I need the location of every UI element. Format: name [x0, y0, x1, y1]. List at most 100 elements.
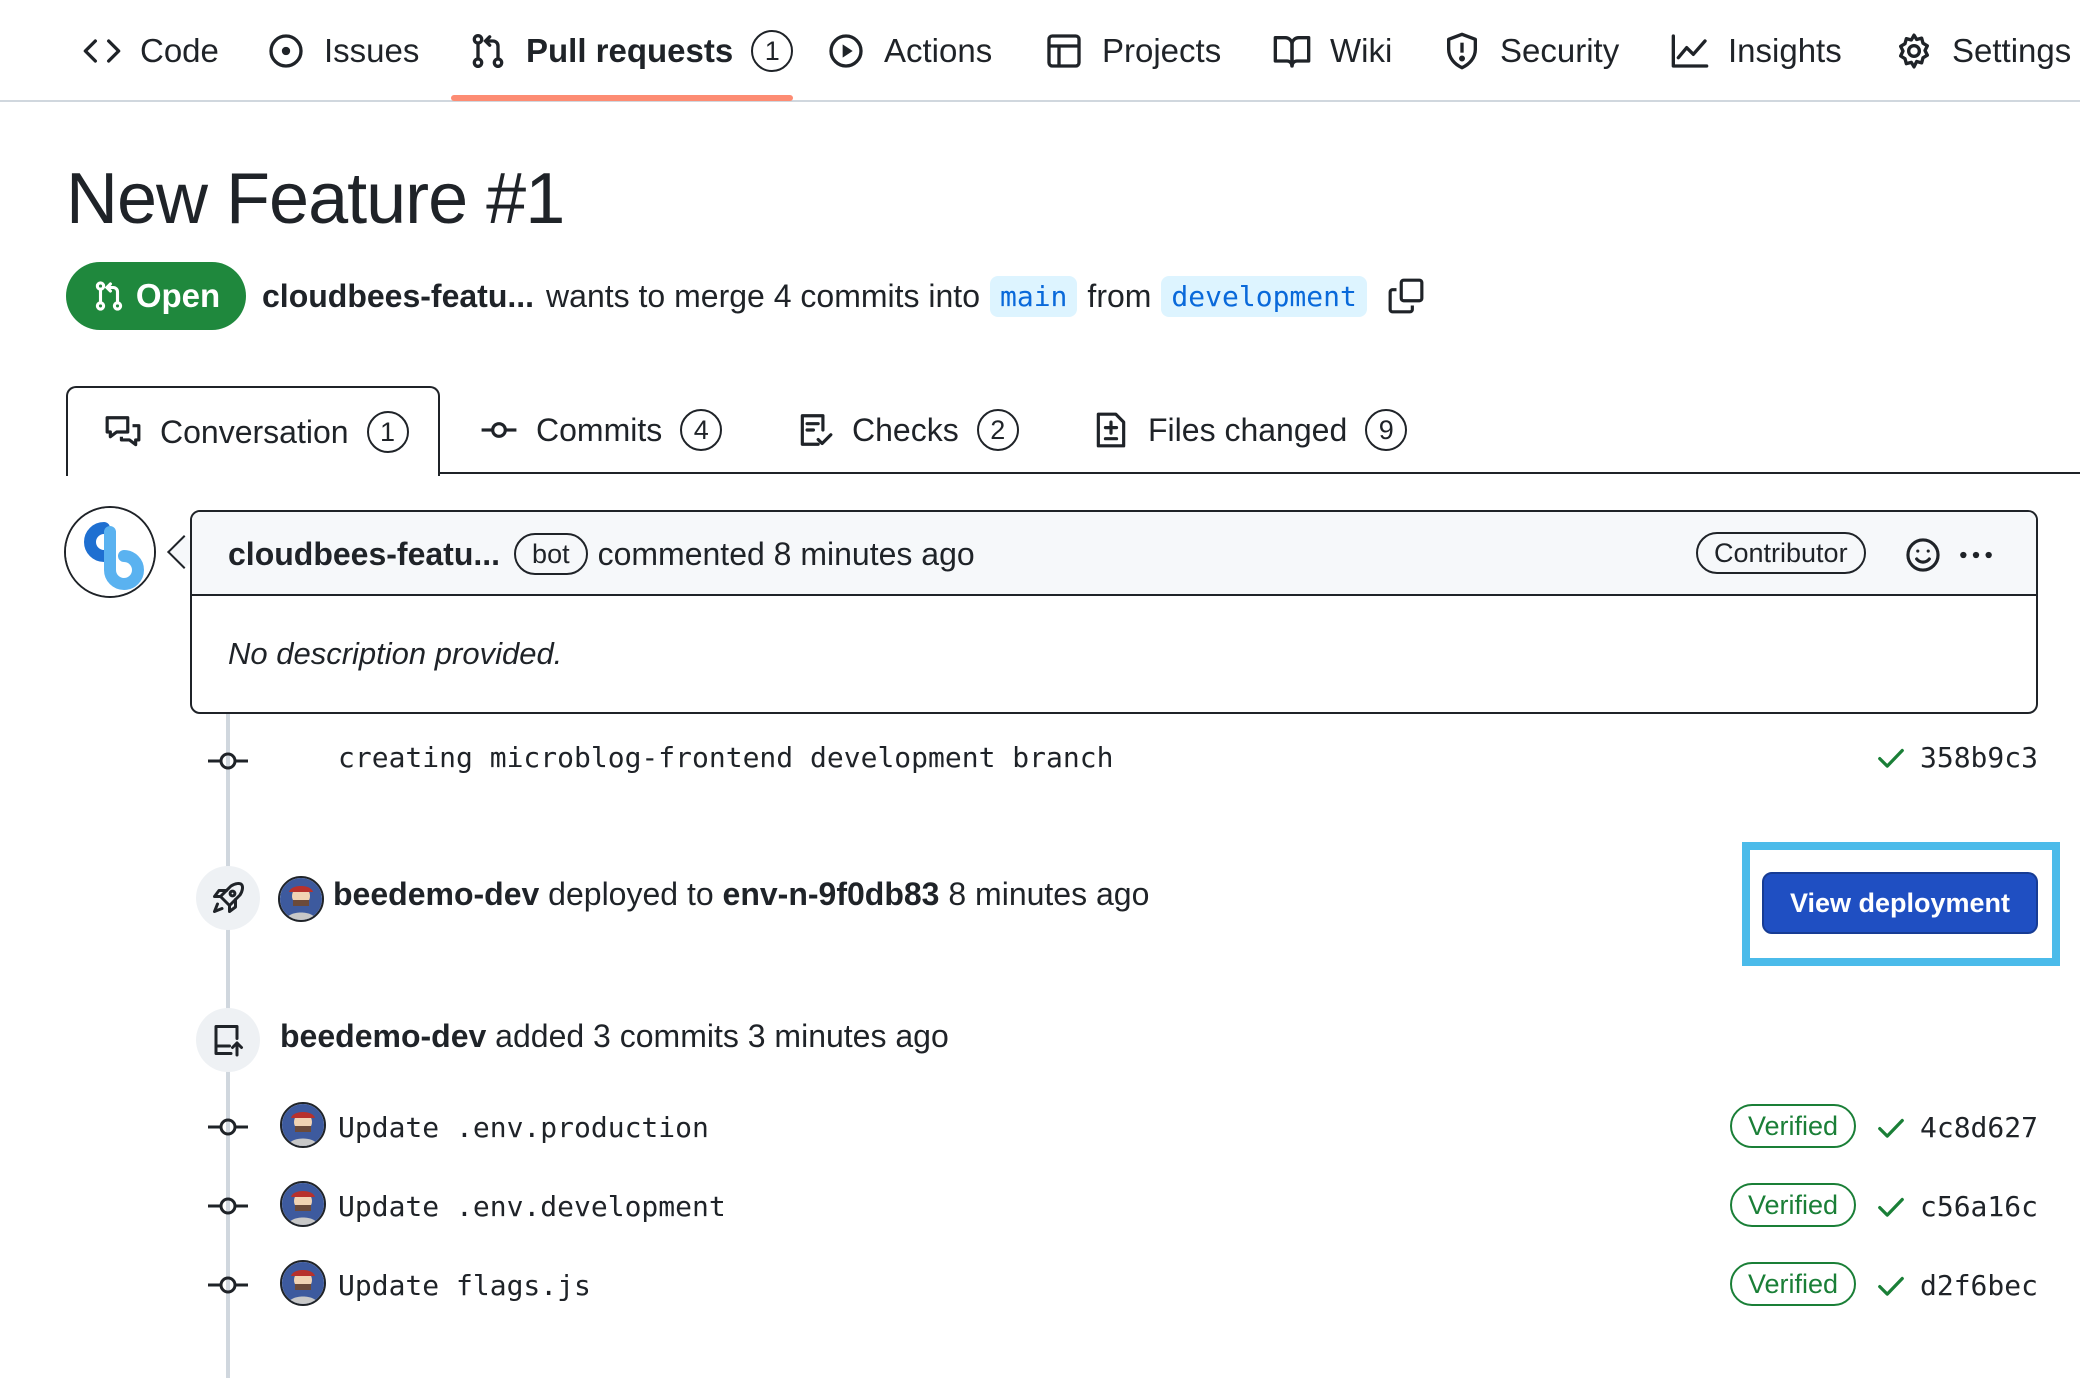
- kebab-horizontal-icon[interactable]: [1956, 536, 1996, 574]
- tab-files-changed-counter: 9: [1365, 409, 1408, 451]
- nav-security-label: Security: [1500, 32, 1620, 69]
- beedemo-avatar-icon: [282, 1104, 324, 1146]
- beedemo-avatar-icon: [282, 1262, 324, 1304]
- user-avatar[interactable]: [278, 876, 324, 922]
- user-avatar[interactable]: [280, 1181, 326, 1227]
- tab-files-changed[interactable]: Files changed 9: [1092, 386, 1408, 474]
- user-avatar[interactable]: [280, 1102, 326, 1148]
- pull-requests-counter: 1: [751, 30, 794, 72]
- nav-issues[interactable]: Issues: [266, 0, 419, 102]
- nav-code[interactable]: Code: [82, 0, 219, 102]
- author-avatar[interactable]: [64, 506, 156, 598]
- cloudbees-logo-icon: [66, 508, 154, 596]
- commit-message-link[interactable]: Update .env.production: [338, 1111, 709, 1144]
- commit-sha-link[interactable]: 4c8d627: [1920, 1111, 2038, 1144]
- nav-wiki[interactable]: Wiki: [1272, 0, 1392, 102]
- nav-actions-label: Actions: [884, 32, 993, 69]
- head-branch[interactable]: development: [1161, 275, 1367, 317]
- commit-message-link[interactable]: creating microblog-frontend development …: [338, 741, 1113, 774]
- bot-badge: bot: [514, 533, 588, 575]
- commit-icon: [208, 1118, 248, 1136]
- pr-merge-text: wants to merge 4 commits into: [546, 277, 980, 314]
- nav-security[interactable]: Security: [1442, 0, 1619, 102]
- nav-projects[interactable]: Projects: [1044, 0, 1221, 102]
- beedemo-avatar-icon: [280, 878, 322, 920]
- base-branch[interactable]: main: [989, 275, 1078, 317]
- tab-checks[interactable]: Checks 2: [796, 386, 1019, 474]
- verified-badge[interactable]: Verified: [1730, 1262, 1857, 1306]
- pr-meta: cloudbees-featu... wants to merge 4 comm…: [262, 270, 1425, 322]
- deployment-time: 8 minutes ago: [948, 876, 1150, 912]
- commit-sha-row: c56a16c: [1876, 1190, 2038, 1223]
- verified-badge[interactable]: Verified: [1730, 1183, 1857, 1227]
- deployment-event-badge: [196, 866, 260, 930]
- pr-author-link[interactable]: cloudbees-featu...: [262, 278, 534, 315]
- pr-title: New Feature #1: [66, 159, 565, 239]
- view-deployment-button[interactable]: View deployment: [1762, 872, 2038, 934]
- comment-author-link[interactable]: cloudbees-featu...: [228, 536, 500, 573]
- graph-icon: [1671, 34, 1709, 68]
- environment-link[interactable]: env-n-9f0db83: [723, 876, 940, 912]
- copy-icon[interactable]: [1387, 277, 1425, 315]
- commit-icon: [208, 1276, 248, 1294]
- check-icon[interactable]: [1876, 1271, 1906, 1301]
- nav-projects-label: Projects: [1102, 32, 1222, 69]
- pr-state-label: Open: [135, 277, 221, 314]
- tab-checks-counter: 2: [976, 409, 1019, 451]
- nav-pull-requests-label: Pull requests: [526, 32, 734, 69]
- pr-tabs: Conversation 1 Commits 4 Checks 2 Files …: [0, 386, 2080, 476]
- push-event-badge: [196, 1008, 260, 1072]
- tab-commits-label: Commits: [536, 411, 663, 448]
- commit-sha-link[interactable]: 358b9c3: [1920, 741, 2038, 774]
- user-avatar[interactable]: [280, 1260, 326, 1306]
- nav-settings[interactable]: Settings: [1894, 0, 2071, 102]
- tab-files-changed-label: Files changed: [1148, 411, 1348, 448]
- pr-description-comment: cloudbees-featu... bot commented 8 minut…: [190, 510, 2038, 714]
- commit-sha-link[interactable]: c56a16c: [1920, 1190, 2038, 1223]
- nav-insights[interactable]: Insights: [1670, 0, 1842, 102]
- active-nav-underline: [451, 95, 793, 101]
- tab-conversation-counter: 1: [366, 411, 409, 453]
- file-diff-icon: [1096, 412, 1126, 448]
- tab-conversation-label: Conversation: [160, 413, 349, 450]
- pull-request-icon: [472, 33, 504, 68]
- nav-pull-requests[interactable]: Pull requests 1: [468, 0, 794, 102]
- check-icon[interactable]: [1876, 743, 1906, 773]
- commit-icon: [481, 422, 517, 438]
- nav-wiki-label: Wiki: [1330, 32, 1393, 69]
- play-icon: [829, 34, 863, 68]
- deployment-actor-link[interactable]: beedemo-dev: [333, 876, 539, 912]
- tab-commits[interactable]: Commits 4: [480, 386, 723, 474]
- nav-issues-label: Issues: [324, 32, 420, 69]
- gear-icon: [1899, 33, 1929, 69]
- push-actor-link[interactable]: beedemo-dev: [280, 1018, 486, 1054]
- rocket-icon: [213, 882, 244, 913]
- push-description: added 3 commits 3 minutes ago: [495, 1018, 949, 1054]
- commit-message-link[interactable]: Update .env.development: [338, 1190, 726, 1223]
- verified-badge[interactable]: Verified: [1730, 1104, 1857, 1148]
- commit-message-link[interactable]: Update flags.js: [338, 1269, 591, 1302]
- smiley-icon[interactable]: [1904, 536, 1942, 574]
- code-icon: [83, 39, 121, 63]
- pull-request-icon: [95, 281, 123, 311]
- deployment-event-text: beedemo-dev deployed to env-n-9f0db83 8 …: [333, 876, 1149, 913]
- contributor-badge: Contributor: [1696, 532, 1866, 574]
- commit-icon: [208, 752, 248, 770]
- comment-discussion-icon: [105, 416, 141, 447]
- checklist-icon: [800, 414, 833, 446]
- book-icon: [1273, 36, 1311, 68]
- nav-settings-label: Settings: [1952, 32, 2072, 69]
- repo-push-icon: [214, 1025, 243, 1057]
- tab-conversation[interactable]: Conversation 1: [66, 386, 440, 476]
- beedemo-avatar-icon: [282, 1183, 324, 1225]
- pr-state-badge: Open: [66, 262, 246, 330]
- tab-commits-counter: 4: [680, 409, 723, 451]
- commit-sha-row: d2f6bec: [1876, 1269, 2038, 1302]
- commit-sha-link[interactable]: d2f6bec: [1920, 1269, 2038, 1302]
- check-icon[interactable]: [1876, 1192, 1906, 1222]
- commit-icon: [208, 1197, 248, 1215]
- commit-sha-row: 4c8d627: [1876, 1111, 2038, 1144]
- nav-actions[interactable]: Actions: [826, 0, 992, 102]
- check-icon[interactable]: [1876, 1113, 1906, 1143]
- issue-icon: [269, 34, 303, 68]
